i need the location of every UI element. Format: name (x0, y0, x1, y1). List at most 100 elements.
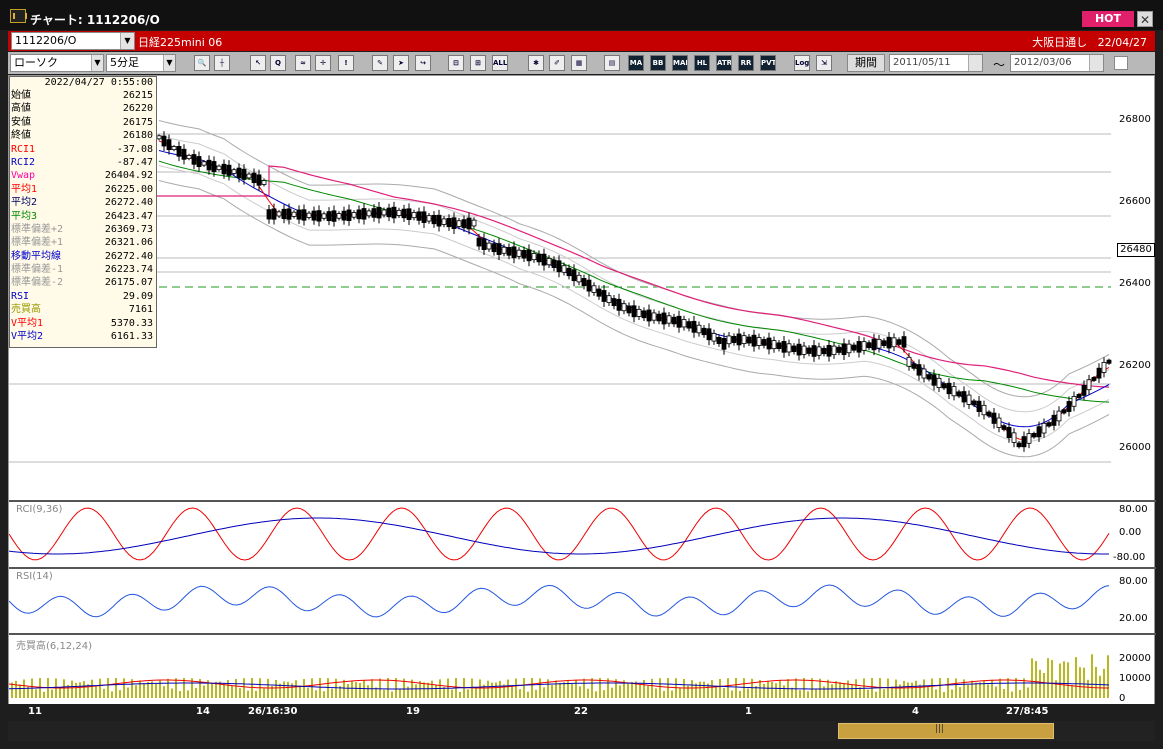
period-button[interactable]: 期間 (847, 54, 885, 72)
chart-area[interactable]: 26800 26600 26400 26200 26000 26480 RCI(… (8, 75, 1156, 721)
data-row-label: 移動平均線 (11, 250, 61, 262)
candle-body (461, 219, 467, 229)
date-from-input[interactable]: 2011/05/11 (889, 54, 983, 72)
candle-body (561, 265, 567, 273)
volume-bar (59, 687, 61, 698)
pvt-button[interactable]: PVT (760, 55, 776, 71)
chart-type-select[interactable]: ローソク ▼ (10, 54, 104, 72)
scrollbar-thumb[interactable] (838, 723, 1054, 739)
pointer-icon[interactable]: ➤ (393, 55, 409, 71)
candle-body (486, 242, 492, 250)
data-row-value: 26404.92 (104, 170, 153, 182)
candle-body (796, 343, 802, 356)
zoom-in-icon[interactable]: Q (270, 55, 286, 71)
pencil-icon[interactable]: ✎ (372, 55, 388, 71)
mae-button[interactable]: MAE (672, 55, 688, 71)
brush-icon[interactable]: ✐ (549, 55, 565, 71)
candle-body (926, 374, 932, 380)
volume-bar (175, 678, 177, 698)
symbol-input[interactable]: 1112206/O ▼ (11, 32, 135, 50)
candle-body (851, 344, 857, 351)
volume-bar (1043, 672, 1045, 698)
all-button[interactable]: ALL (492, 55, 508, 71)
volume-bar (867, 689, 869, 698)
crosshair-red-icon[interactable]: ✛ (315, 55, 331, 71)
data-row-label: 標準偏差-2 (11, 277, 64, 289)
volume-bar (211, 683, 213, 698)
data-row-value: 26321.06 (104, 237, 153, 249)
rsi-panel-label: RSI(14) (16, 571, 53, 582)
redo-icon[interactable]: ↪ (415, 55, 431, 71)
volume-bar (423, 682, 425, 698)
candle-icon[interactable]: ⊟ (448, 55, 464, 71)
time-label: 1 (745, 706, 752, 717)
volume-bar (295, 680, 297, 698)
candle-body (836, 346, 842, 353)
color-icon[interactable]: ▦ (571, 55, 587, 71)
candle-body (811, 345, 817, 357)
zoom-icon[interactable]: 🔍 (194, 55, 210, 71)
atr-button[interactable]: ATR (716, 55, 732, 71)
price-tick: 26000 (1119, 442, 1151, 453)
calendar-icon[interactable] (1089, 55, 1103, 71)
candle-body (651, 312, 657, 321)
volume-bar (435, 684, 437, 698)
symbol-value: 1112206/O (15, 34, 77, 47)
candle-body (341, 210, 347, 221)
settings-icon[interactable]: ✱ (528, 55, 544, 71)
price-tick: 26600 (1119, 196, 1151, 207)
candle-body (441, 218, 447, 225)
volume-bar (1091, 654, 1093, 698)
data-row-value: 26175 (122, 116, 153, 128)
volume-bar (299, 685, 301, 698)
candle-body (691, 320, 697, 333)
panel-divider[interactable] (9, 633, 1156, 635)
candle-body (311, 210, 317, 221)
volume-bar (1059, 663, 1061, 698)
data-row-label: RSI (11, 290, 30, 302)
candle-body (466, 217, 472, 230)
volume-bar (111, 691, 113, 698)
volume-bar (935, 689, 937, 698)
bb-button[interactable]: BB (650, 55, 666, 71)
volume-bar (959, 687, 961, 698)
candle-body (941, 383, 947, 389)
time-scrollbar[interactable] (8, 721, 1155, 741)
volume-bar (1075, 657, 1077, 698)
hot-button[interactable]: HOT (1082, 11, 1134, 27)
data-row-value: 26272.40 (104, 197, 153, 209)
rr-button[interactable]: RR (738, 55, 754, 71)
candle-compare-icon[interactable]: ⊞ (470, 55, 486, 71)
volume-bar (363, 680, 365, 698)
period-checkbox[interactable] (1114, 56, 1128, 70)
candle-body (511, 246, 517, 259)
log-button[interactable]: Log (794, 55, 810, 71)
grid-icon[interactable]: ▤ (604, 55, 620, 71)
data-row-label: 始値 (11, 90, 31, 101)
volume-bar (383, 689, 385, 698)
export-icon[interactable]: ⇲ (816, 55, 832, 71)
info-icon[interactable]: ! (338, 55, 354, 71)
candle-body (646, 309, 652, 322)
data-row-label: RCI2 (11, 156, 36, 168)
cursor-icon[interactable]: ↖ (250, 55, 266, 71)
panel-divider[interactable] (9, 567, 1156, 569)
ma-button[interactable]: MA (628, 55, 644, 71)
price-chart[interactable] (9, 76, 1156, 721)
chart-line-icon[interactable]: ≈ (295, 55, 311, 71)
instrument-name: 日経225mini 06 (138, 36, 223, 49)
interval-select[interactable]: 5分足 ▼ (106, 54, 176, 72)
panel-divider[interactable] (9, 500, 1156, 502)
date-to-input[interactable]: 2012/03/06 (1010, 54, 1104, 72)
crosshair-icon[interactable]: ┼ (214, 55, 230, 71)
data-window[interactable]: 2022/04/27 0:55:00 始値 26215 高値 26220 安値 26175… (9, 76, 157, 348)
chevron-down-icon[interactable]: ▼ (163, 55, 175, 71)
volume-bar (307, 687, 309, 698)
hl-button[interactable]: HL (694, 55, 710, 71)
chevron-down-icon[interactable]: ▼ (120, 33, 134, 49)
candle-body (681, 319, 687, 328)
close-icon[interactable]: ✕ (1137, 11, 1153, 27)
calendar-icon[interactable] (968, 55, 982, 71)
volume-bar (283, 681, 285, 698)
chevron-down-icon[interactable]: ▼ (91, 55, 103, 71)
